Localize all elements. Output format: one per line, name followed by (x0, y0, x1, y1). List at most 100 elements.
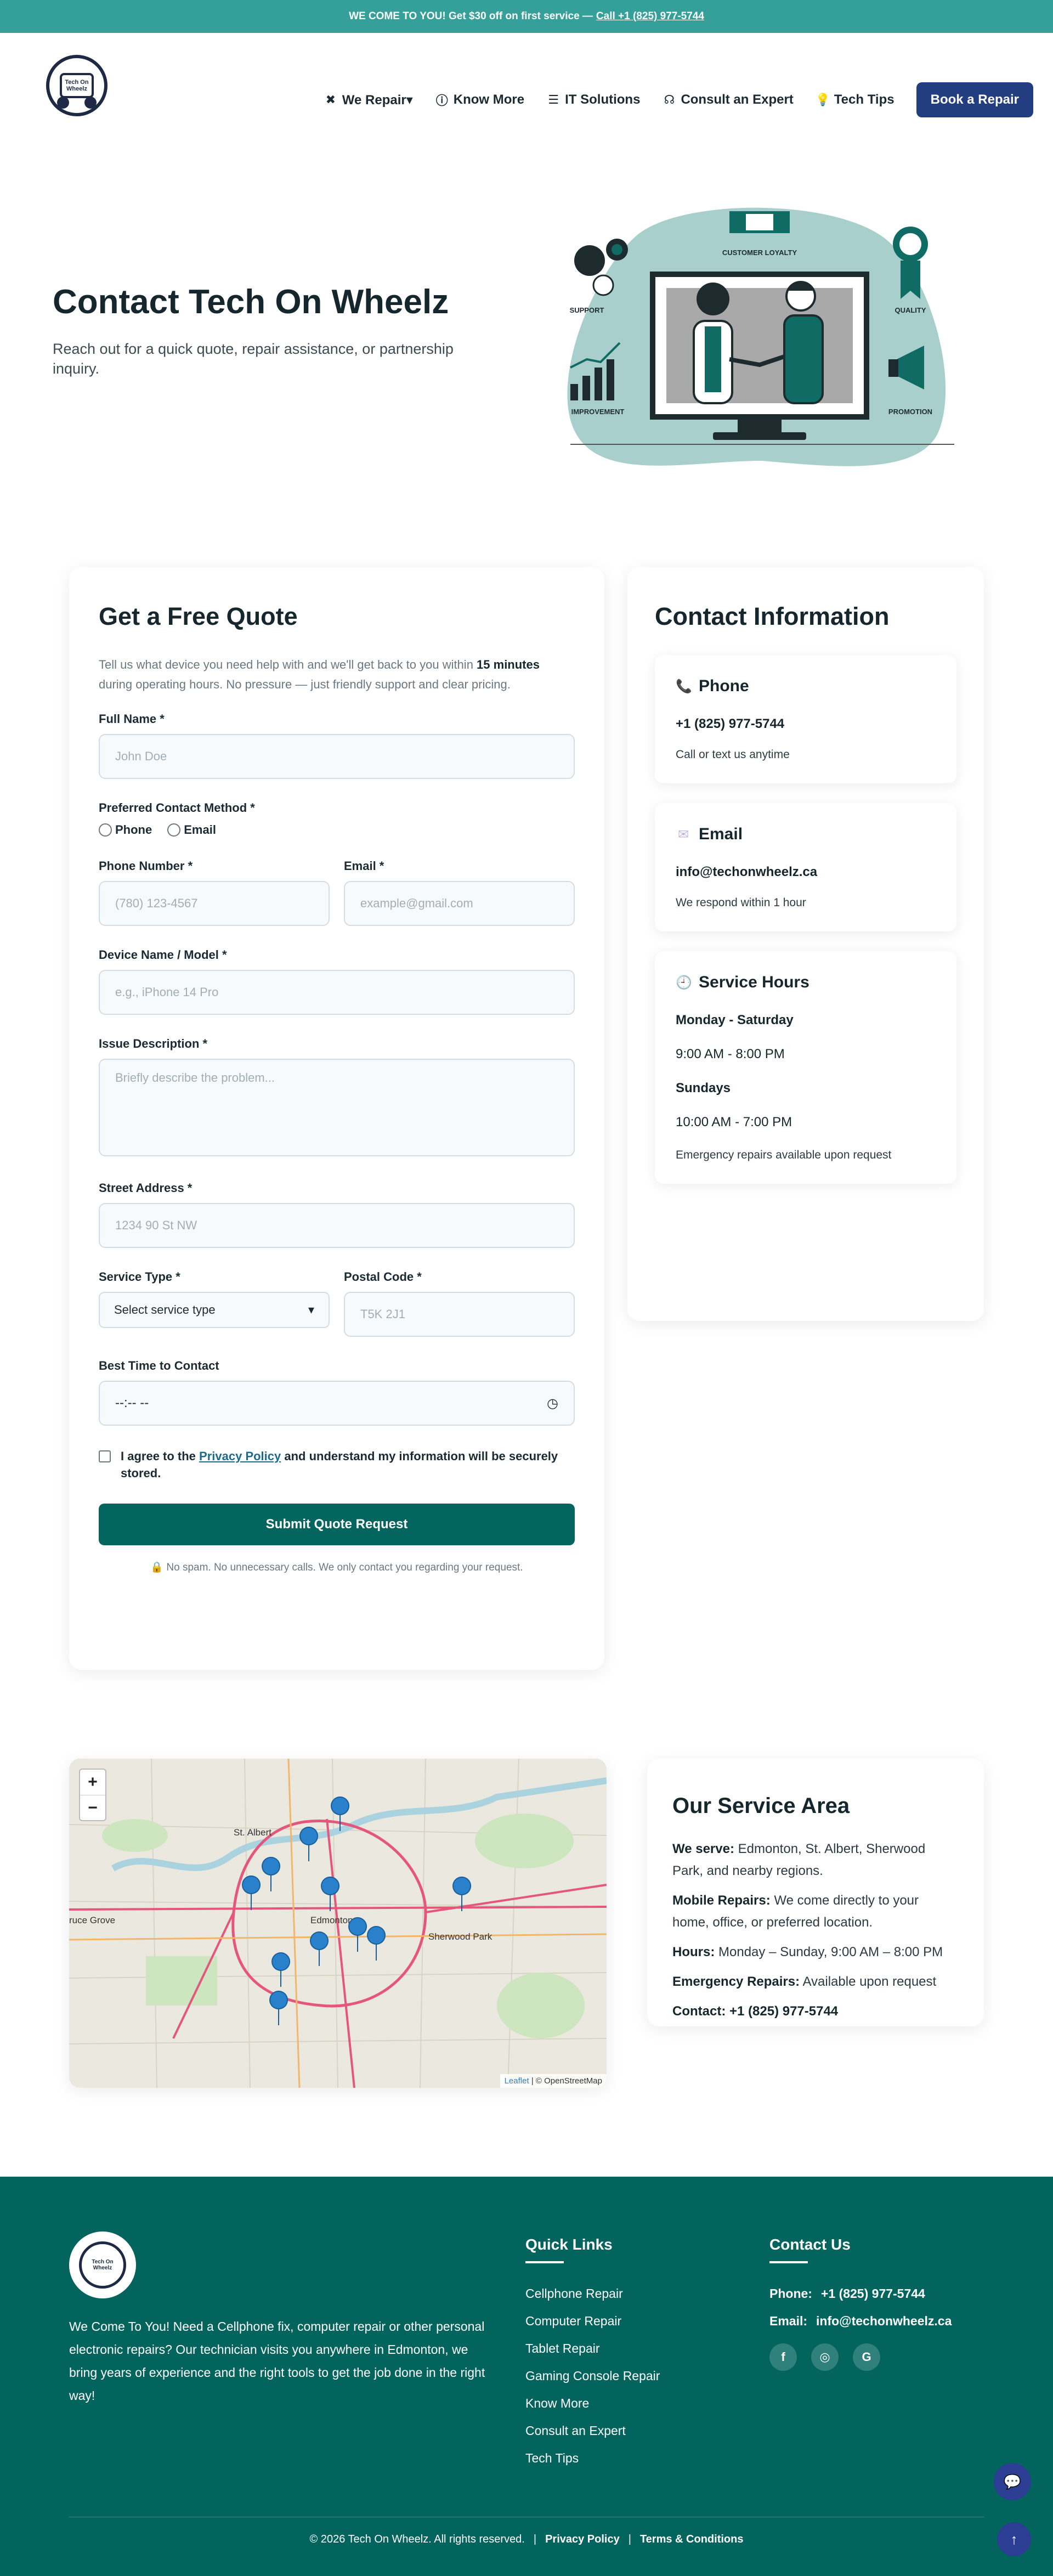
sunday-label: Sundays (676, 1081, 731, 1095)
privacy-link[interactable]: Privacy Policy (545, 2533, 620, 2545)
zoom-in-button[interactable]: + (80, 1770, 105, 1795)
terms-link[interactable]: Terms & Conditions (640, 2533, 744, 2545)
footer-link[interactable]: Cellphone Repair (525, 2280, 660, 2307)
contact-email-option[interactable]: Email (167, 823, 216, 837)
privacy-checkbox[interactable] (99, 1450, 111, 1462)
line-label: Emergency Repairs: (672, 1974, 800, 1989)
logo-wheel-left (57, 97, 69, 109)
zoom-out-button[interactable]: − (80, 1795, 105, 1820)
leaflet-link[interactable]: Leaflet (505, 2076, 529, 2086)
line-text: Available upon request (802, 1974, 937, 1989)
quote-title: Get a Free Quote (99, 602, 298, 630)
map-label-edmonton: Edmonton (310, 1915, 353, 1925)
site-logo[interactable]: Tech On Wheelz (46, 55, 107, 116)
contact-phone-option[interactable]: Phone (99, 823, 152, 837)
map-zoom-control: + − (79, 1769, 106, 1821)
nav-it-solutions[interactable]: ☰ IT Solutions (546, 92, 640, 108)
logo-wheel-right (84, 97, 97, 109)
weekday-hours: 9:00 AM - 8:00 PM (676, 1047, 785, 1061)
line-text: Monday – Sunday, 9:00 AM – 8:00 PM (718, 1945, 943, 1959)
headset-icon: ☊ (664, 93, 675, 106)
separator: | (628, 2533, 631, 2545)
footer-link[interactable]: Know More (525, 2389, 660, 2417)
lock-icon: 🔒 (150, 1562, 164, 1573)
contact-value: +1 (825) 977-5744 (820, 2286, 925, 2301)
nav-label: Consult an Expert (681, 92, 794, 107)
submit-quote-button[interactable]: Submit Quote Request (99, 1504, 575, 1545)
nav-tech-tips[interactable]: 💡 Tech Tips (816, 92, 895, 108)
book-repair-button[interactable]: Book a Repair (916, 82, 1033, 117)
address-input[interactable] (99, 1203, 575, 1248)
privacy-policy-link[interactable]: Privacy Policy (199, 1449, 281, 1463)
device-input[interactable] (99, 970, 575, 1015)
svg-text:QUALITY: QUALITY (895, 306, 926, 314)
time-value: --:-- -- (115, 1396, 149, 1410)
attribution-text: | © OpenStreetMap (531, 2076, 602, 2086)
service-type-select[interactable]: Select service type ▾ (99, 1292, 330, 1328)
privacy-agreement: I agree to the Privacy Policy and unders… (99, 1448, 575, 1482)
footer-link[interactable]: Tablet Repair (525, 2335, 660, 2362)
contact-phone[interactable]: +1 (825) 977-5744 (729, 2004, 838, 2019)
promo-call-link[interactable]: Call +1 (825) 977-5744 (596, 10, 704, 22)
no-spam-note: 🔒 No spam. No unnecessary calls. We only… (99, 1561, 575, 1574)
email-input[interactable] (344, 881, 575, 926)
envelope-icon: ✉ (677, 827, 689, 842)
svg-text:PROMOTION: PROMOTION (888, 408, 932, 416)
footer-logo[interactable]: Tech On Wheelz (69, 2232, 136, 2298)
weekday-label: Monday - Saturday (676, 1013, 794, 1027)
nav-know-more[interactable]: ⓘ Know More (435, 91, 524, 109)
email-block: ✉ Email info@techonwheelz.ca We respond w… (655, 803, 956, 931)
line-label: Contact: (672, 2004, 726, 2019)
postal-code-input[interactable] (344, 1292, 575, 1337)
hours-block: 🕘 Service Hours Monday - Saturday 9:00 AM… (655, 951, 956, 1184)
issue-label: Issue Description * (99, 1037, 208, 1050)
server-icon: ☰ (548, 93, 559, 106)
promo-text: WE COME TO YOU! Get $30 off on first ser… (349, 10, 593, 22)
arrow-up-icon[interactable]: ↑ (997, 2522, 1031, 2556)
radio-label: Email (184, 823, 216, 837)
instagram-icon[interactable]: ◎ (811, 2343, 839, 2371)
footer-link[interactable]: Tech Tips (525, 2444, 660, 2472)
quote-form-card: Get a Free Quote Tell us what device you… (69, 567, 604, 1670)
svg-text:CUSTOMER LOYALTY: CUSTOMER LOYALTY (722, 248, 797, 257)
line-label: Mobile Repairs: (672, 1893, 771, 1908)
footer-bottom: © 2026 Tech On Wheelz. All rights reserv… (0, 2533, 1053, 2546)
best-time-input[interactable]: --:-- -- ◷ (99, 1381, 575, 1426)
quick-links-title: Quick Links (525, 2236, 613, 2253)
issue-textarea[interactable] (99, 1059, 575, 1156)
footer-email[interactable]: Email: info@techonwheelz.ca (769, 2307, 952, 2335)
email-value[interactable]: info@techonwheelz.ca (676, 865, 936, 880)
email-radio[interactable] (167, 823, 181, 837)
block-heading: Phone (699, 677, 749, 695)
footer-phone[interactable]: Phone: +1 (825) 977-5744 (769, 2280, 952, 2307)
phone-radio[interactable] (99, 823, 112, 837)
phone-value[interactable]: +1 (825) 977-5744 (676, 716, 936, 732)
intro-highlight: 15 minutes (477, 658, 540, 671)
nav-we-repair[interactable]: ✖ We Repair▾ (324, 92, 413, 108)
map-canvas[interactable]: St. Albert Edmonton Sherwood Park ruce G… (69, 1759, 607, 2088)
footer-link[interactable]: Consult an Expert (525, 2417, 660, 2444)
nav-label: We Repair▾ (342, 92, 413, 108)
google-icon[interactable]: G (853, 2343, 880, 2371)
phone-block: 📞 Phone +1 (825) 977-5744 Call or text us… (655, 655, 956, 783)
footer-link[interactable]: Computer Repair (525, 2307, 660, 2335)
footer-logo-text: Tech On Wheelz (79, 2241, 126, 2289)
footer-contact: Contact Us Phone: +1 (825) 977-5744 Email… (769, 2236, 952, 2371)
facebook-icon[interactable]: f (769, 2343, 797, 2371)
contact-value: info@techonwheelz.ca (816, 2314, 952, 2328)
service-area-map[interactable]: St. Albert Edmonton Sherwood Park ruce G… (69, 1759, 607, 2088)
footer-link[interactable]: Gaming Console Repair (525, 2362, 660, 2389)
chat-icon[interactable]: 💬 (994, 2463, 1031, 2500)
social-links: f ◎ G (769, 2343, 952, 2371)
nav-consult-expert[interactable]: ☊ Consult an Expert (662, 92, 794, 108)
postal-code-label: Postal Code * (344, 1270, 422, 1284)
full-name-input[interactable] (99, 734, 575, 779)
logo-text: Tech On Wheelz (60, 73, 94, 98)
contact-label: Email: (769, 2314, 808, 2328)
phone-input[interactable] (99, 881, 330, 926)
wrench-icon: ✖ (325, 93, 336, 106)
clock-icon[interactable]: ◷ (547, 1396, 558, 1411)
nav-label: Know More (453, 92, 525, 107)
full-name-label: Full Name * (99, 712, 165, 726)
service-area-title: Our Service Area (672, 1794, 850, 1818)
